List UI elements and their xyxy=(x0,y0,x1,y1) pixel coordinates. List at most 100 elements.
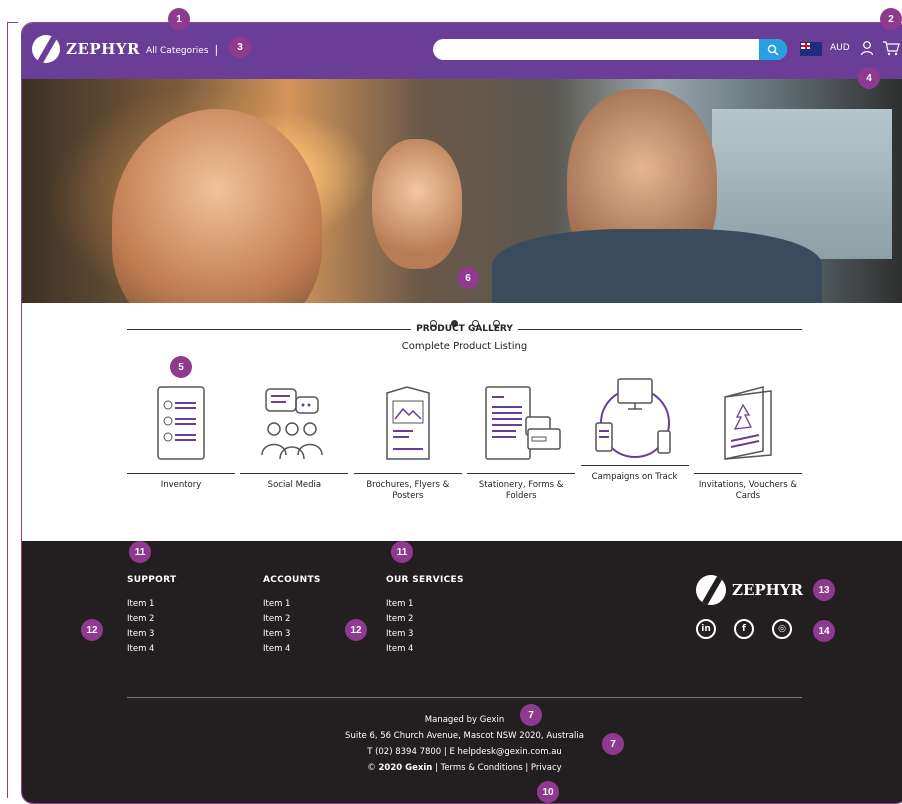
australia-flag-icon[interactable] xyxy=(800,42,822,56)
divider xyxy=(127,328,412,330)
brand-logo[interactable]: ZEPHYR xyxy=(32,35,140,63)
annotation-badge: 2 xyxy=(880,8,902,30)
product-label[interactable]: Inventory xyxy=(127,480,235,491)
product-label[interactable]: Social Media xyxy=(240,480,348,491)
annotation-badge: 7 xyxy=(602,733,624,755)
footer-heading: ACCOUNTS xyxy=(263,575,321,585)
address-text: Suite 6, 56 Church Avenue, Mascot NSW 20… xyxy=(345,731,584,741)
footer-link[interactable]: Item 1 xyxy=(386,599,464,609)
brochure-icon xyxy=(386,386,430,460)
divider xyxy=(467,473,576,474)
contact-text: T (02) 8394 7800 | E helpdesk@gexin.com.… xyxy=(367,747,562,757)
annotation-badge: 11 xyxy=(391,541,413,563)
footer-heading: SUPPORT xyxy=(127,575,177,585)
footer-link[interactable]: Item 3 xyxy=(386,629,464,639)
nav-separator: | xyxy=(214,43,219,56)
footer-link[interactable]: Item 3 xyxy=(263,629,321,639)
footer-link[interactable]: Item 4 xyxy=(127,644,176,654)
annotation-bracket xyxy=(7,408,8,798)
section-subtitle: Complete Product Listing xyxy=(401,341,528,352)
section-title: PRODUCT GALLERY xyxy=(416,324,513,334)
annotation-bracket xyxy=(7,22,18,409)
zephyr-logo-icon xyxy=(696,575,726,605)
search-icon xyxy=(767,44,779,55)
product-gallery-heading: PRODUCT GALLERY xyxy=(127,324,803,334)
hero-person-shirt xyxy=(492,229,822,303)
product-card[interactable]: Campaigns on Track xyxy=(580,378,689,502)
footer-column-our-services: OUR SERVICES Item 1 Item 2 Item 3 Item 4 xyxy=(386,575,464,659)
divider xyxy=(127,473,235,474)
stationery-icon xyxy=(485,386,561,460)
facebook-icon[interactable]: f xyxy=(734,619,754,639)
copyright-line: © 2020 Gexin | Terms & Conditions | Priv… xyxy=(367,763,562,773)
zephyr-logo-icon xyxy=(32,35,60,63)
annotation-badge: 7 xyxy=(520,704,542,726)
footer-link[interactable]: Item 1 xyxy=(127,599,176,609)
product-label[interactable]: Campaigns on Track xyxy=(581,472,689,483)
footer-link[interactable]: Item 1 xyxy=(263,599,321,609)
footer-column-accounts: ACCOUNTS Item 1 Item 2 Item 3 Item 4 xyxy=(263,575,321,659)
shopping-cart-icon[interactable] xyxy=(882,40,900,56)
divider xyxy=(240,473,349,474)
annotation-badge: 12 xyxy=(81,619,103,641)
campaigns-icon xyxy=(594,378,671,458)
product-label[interactable]: Brochures, Flyers & Posters xyxy=(354,480,462,502)
inventory-icon xyxy=(157,386,205,460)
invitation-card-icon xyxy=(724,386,772,460)
product-label[interactable]: Stationery, Forms & Folders xyxy=(467,480,575,502)
annotation-badge: 1 xyxy=(168,8,190,30)
annotation-badge: 11 xyxy=(129,541,151,563)
page-frame: ZEPHYR All Categories | AUD PRODUCT GALLE… xyxy=(21,22,902,804)
divider xyxy=(580,465,689,466)
footer-brand-logo[interactable]: ZEPHYR xyxy=(696,575,803,605)
site-footer: SUPPORT Item 1 Item 2 Item 3 Item 4 ACCO… xyxy=(22,541,902,803)
top-nav-bar: ZEPHYR All Categories | AUD xyxy=(22,23,902,79)
annotation-badge: 5 xyxy=(170,356,192,378)
managed-by-text: Managed by Gexin xyxy=(424,715,505,725)
product-label[interactable]: Invitations, Vouchers & Cards xyxy=(694,480,802,502)
product-card[interactable]: Brochures, Flyers & Posters xyxy=(353,383,462,502)
footer-link[interactable]: Item 4 xyxy=(263,644,321,654)
copyright-company: 2020 Gexin xyxy=(378,763,433,773)
instagram-icon[interactable]: ◎ xyxy=(772,619,792,639)
hero-person xyxy=(372,139,462,269)
footer-heading: OUR SERVICES xyxy=(386,575,464,585)
footer-divider xyxy=(127,697,802,698)
product-card[interactable]: Social Media xyxy=(240,383,349,502)
search-button[interactable] xyxy=(759,39,787,60)
terms-link[interactable]: Terms & Conditions xyxy=(441,763,523,773)
footer-brand-name: ZEPHYR xyxy=(732,581,804,599)
footer-link[interactable]: Item 2 xyxy=(263,614,321,624)
hero-person xyxy=(112,109,322,303)
product-card[interactable]: Inventory xyxy=(127,383,235,502)
privacy-link[interactable]: Privacy xyxy=(531,763,562,773)
divider xyxy=(693,473,802,474)
product-card[interactable]: Stationery, Forms & Folders xyxy=(467,383,576,502)
divider xyxy=(517,328,803,330)
product-grid: Inventory Social Media Brochures, Flyers… xyxy=(127,378,802,502)
annotation-badge: 3 xyxy=(229,36,251,58)
annotation-badge: 10 xyxy=(537,781,559,803)
all-categories-menu[interactable]: All Categories | xyxy=(146,43,218,56)
user-account-icon[interactable] xyxy=(860,40,874,56)
annotation-badge: 14 xyxy=(813,620,835,642)
footer-link[interactable]: Item 2 xyxy=(127,614,176,624)
brand-name: ZEPHYR xyxy=(66,40,141,58)
footer-column-support: SUPPORT Item 1 Item 2 Item 3 Item 4 xyxy=(127,575,176,659)
annotation-badge: 6 xyxy=(457,267,479,289)
annotation-badge: 12 xyxy=(345,619,367,641)
product-card[interactable]: Invitations, Vouchers & Cards xyxy=(693,383,802,502)
search-input[interactable] xyxy=(433,39,787,60)
annotation-badge: 4 xyxy=(858,67,880,89)
annotation-badge: 13 xyxy=(813,579,835,601)
linkedin-icon[interactable]: in xyxy=(696,619,716,639)
footer-link[interactable]: Item 4 xyxy=(386,644,464,654)
all-categories-label[interactable]: All Categories xyxy=(146,46,209,56)
footer-link[interactable]: Item 2 xyxy=(386,614,464,624)
social-links: in f ◎ xyxy=(696,619,792,639)
social-media-icon xyxy=(261,388,324,460)
copyright-symbol: © xyxy=(367,763,376,773)
footer-link[interactable]: Item 3 xyxy=(127,629,176,639)
divider xyxy=(353,473,462,474)
currency-selector[interactable]: AUD xyxy=(830,43,850,53)
